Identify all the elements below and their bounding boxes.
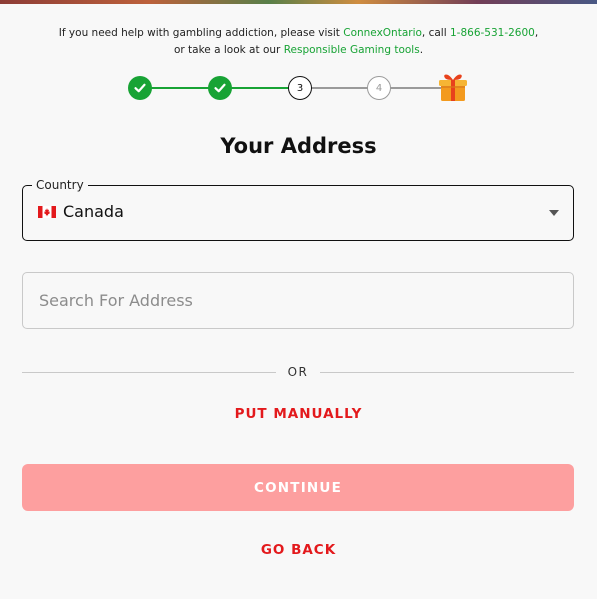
divider-line-right (320, 372, 574, 373)
page-title: Your Address (220, 134, 377, 158)
check-icon (134, 83, 146, 93)
continue-button[interactable]: CONTINUE (22, 464, 574, 511)
notice-text: , call (421, 27, 450, 39)
go-back-button[interactable]: GO BACK (0, 542, 597, 558)
connexontario-link[interactable]: ConnexOntario (343, 27, 422, 39)
notice-line-2: or take a look at our Responsible Gaming… (0, 42, 597, 59)
or-divider: OR (22, 363, 574, 383)
notice-text: , (534, 27, 539, 39)
chevron-down-icon (549, 210, 559, 216)
background-edge (0, 0, 597, 4)
responsible-gaming-tools-link[interactable]: Responsible Gaming tools (284, 44, 420, 56)
step-1-complete (128, 76, 152, 100)
check-icon (214, 83, 226, 93)
address-search-input[interactable] (22, 272, 574, 329)
step-2-complete (208, 76, 232, 100)
progress-stepper: 3 4 (0, 70, 597, 106)
notice-text: or take a look at our (173, 44, 284, 56)
country-field-label: Country (32, 178, 88, 192)
country-select[interactable]: Country Canada (22, 178, 574, 241)
notice-line-1: If you need help with gambling addiction… (0, 25, 597, 42)
put-manually-button[interactable]: PUT MANUALLY (0, 406, 597, 422)
country-selected-value: Canada (63, 202, 124, 221)
address-step-page: If you need help with gambling addiction… (0, 0, 597, 599)
helpline-phone-link[interactable]: 1-866-531-2600 (450, 27, 535, 39)
notice-text: . (419, 44, 424, 56)
canada-flag-icon (38, 206, 56, 218)
notice-text: If you need help with gambling addiction… (58, 27, 344, 39)
step-3-current: 3 (288, 76, 312, 100)
gift-icon (439, 74, 467, 101)
responsible-gambling-notice: If you need help with gambling addiction… (0, 25, 597, 59)
step-4-pending: 4 (367, 76, 391, 100)
